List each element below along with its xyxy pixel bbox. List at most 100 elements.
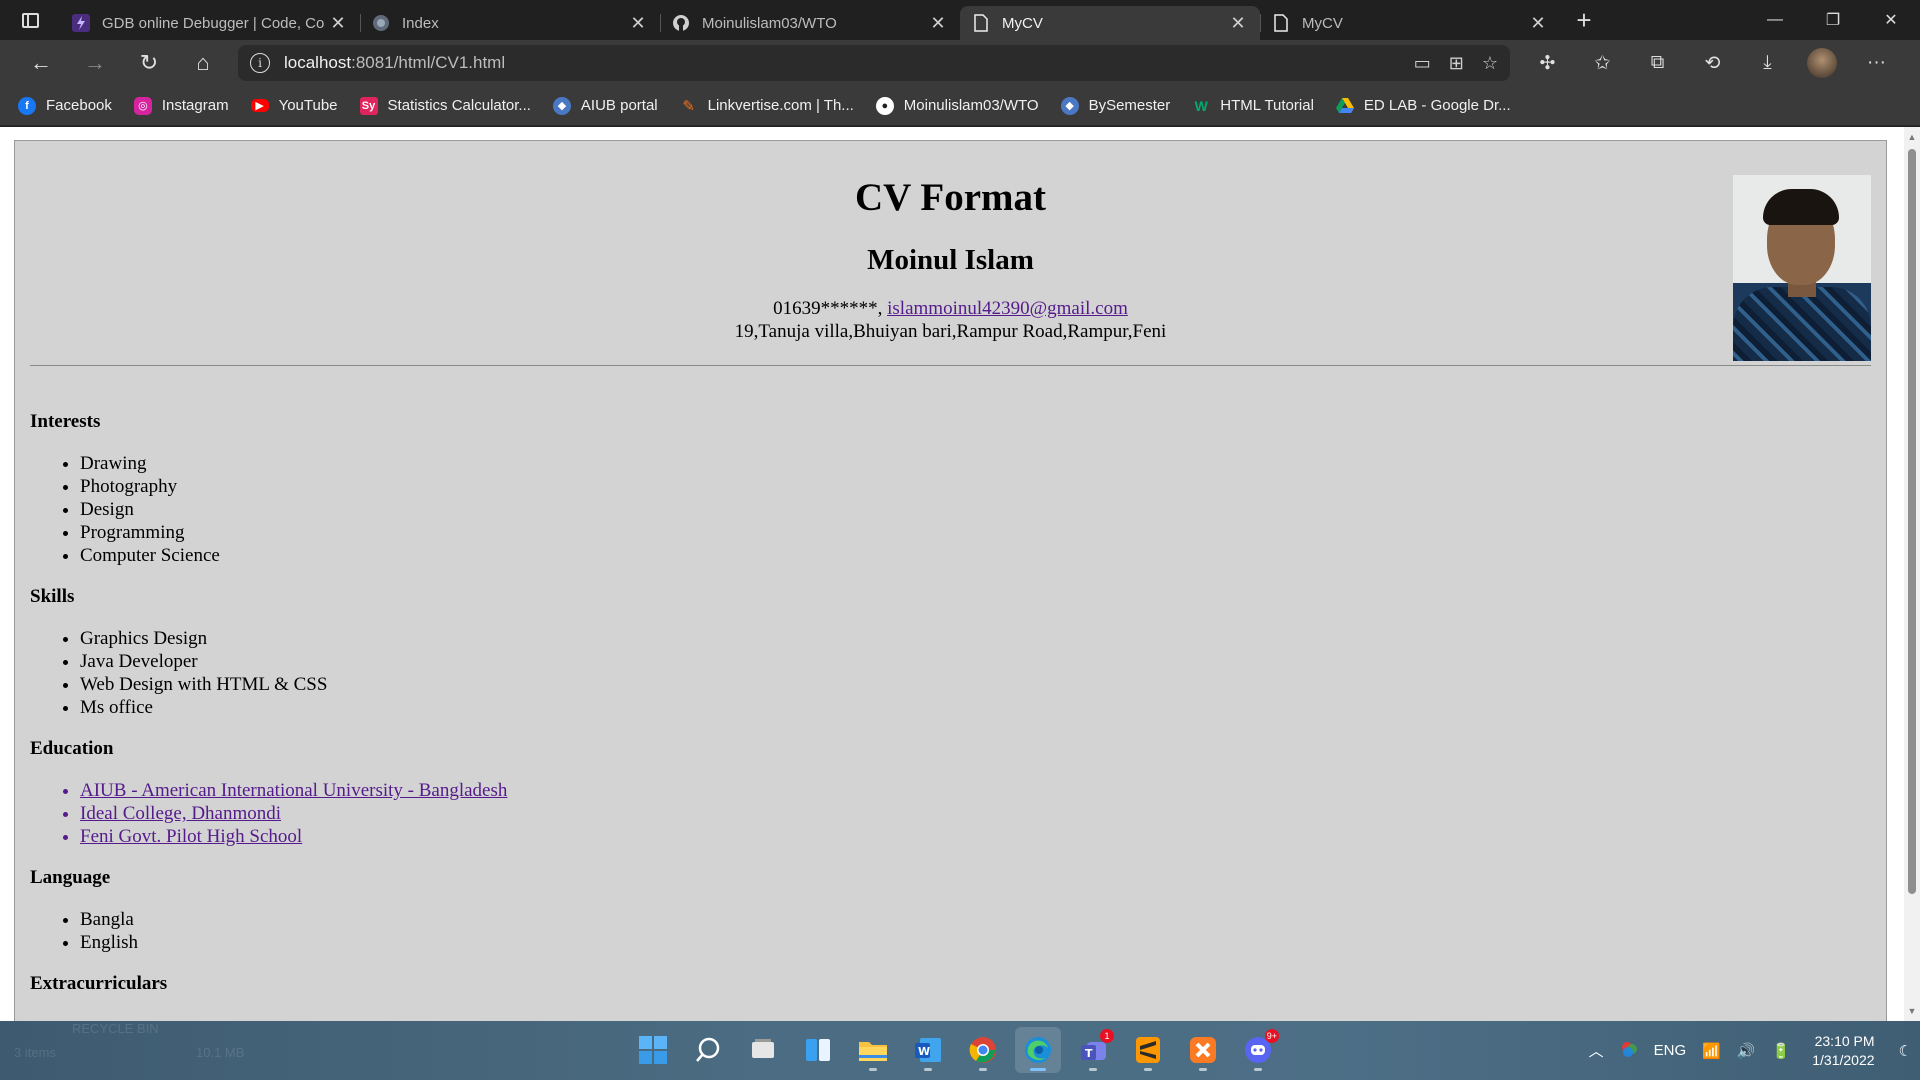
cv-header: CV Format Moinul Islam 01639******, isla… <box>15 141 1886 365</box>
notifications-icon[interactable]: ☾ <box>1899 1042 1912 1060</box>
bookmark-label: ED LAB - Google Dr... <box>1363 97 1511 114</box>
restore-button[interactable]: ❐ <box>1804 0 1862 40</box>
discord-button[interactable]: 9+ <box>1235 1027 1281 1073</box>
close-icon[interactable]: ✕ <box>1228 13 1248 34</box>
edge-button[interactable] <box>1015 1027 1061 1073</box>
downloads-button[interactable]: ⤓ <box>1740 43 1795 83</box>
list-item: Drawing <box>80 452 1886 475</box>
teams-button[interactable]: T 1 <box>1070 1027 1116 1073</box>
tab-mycv-active[interactable]: MyCV ✕ <box>960 6 1260 40</box>
chrome-button[interactable] <box>960 1027 1006 1073</box>
scroll-up-icon[interactable]: ▲ <box>1904 129 1920 145</box>
notification-badge: 1 <box>1100 1029 1114 1043</box>
notification-badge: 9+ <box>1264 1029 1279 1043</box>
bookmark-label: Moinulislam03/WTO <box>903 97 1039 114</box>
url-text[interactable]: localhost:8081/html/CV1.html <box>284 53 1414 73</box>
bookmark-label: Linkvertise.com | Th... <box>707 97 854 114</box>
education-section: Education AIUB - American International … <box>15 738 1886 848</box>
task-view-button[interactable] <box>740 1027 786 1073</box>
facebook-icon: f <box>18 96 36 115</box>
page-title: CV Format <box>855 176 1046 219</box>
education-link[interactable]: AIUB - American International University… <box>80 780 507 801</box>
tab-mycv[interactable]: MyCV ✕ <box>1260 6 1560 40</box>
bookmark-html-tutorial[interactable]: W HTML Tutorial <box>1192 97 1314 115</box>
url-path: :8081/html/CV1.html <box>351 53 506 72</box>
bookmark-statistics[interactable]: Sy Statistics Calculator... <box>359 96 531 115</box>
bookmark-github[interactable]: ● Moinulislam03/WTO <box>875 96 1039 115</box>
history-button[interactable]: ⟲ <box>1685 43 1740 83</box>
chevron-up-icon[interactable]: ︿ <box>1589 1040 1604 1061</box>
forward-button[interactable]: → <box>68 43 122 83</box>
close-window-button[interactable]: ✕ <box>1862 0 1920 40</box>
clock[interactable]: 23:10 PM 1/31/2022 <box>1812 1032 1874 1070</box>
linkvertise-icon: ✎ <box>682 97 695 115</box>
education-link[interactable]: Ideal College, Dhanmondi <box>80 803 281 824</box>
bookmark-aiub[interactable]: ◆ AIUB portal <box>552 96 658 115</box>
svg-text:T: T <box>1085 1047 1093 1060</box>
close-icon[interactable]: ✕ <box>928 13 948 34</box>
app-available-icon[interactable]: ▭ <box>1414 53 1431 74</box>
scroll-down-icon[interactable]: ▼ <box>1904 1003 1920 1019</box>
favorite-star-icon[interactable]: ☆ <box>1482 53 1498 74</box>
word-button[interactable]: W <box>905 1027 951 1073</box>
extracurriculars-section: Extracurriculars <box>15 973 1886 995</box>
list-item: Programming <box>80 521 1886 544</box>
language-indicator[interactable]: ENG <box>1654 1042 1687 1059</box>
email-link[interactable]: islammoinul42390@gmail.com <box>887 298 1128 319</box>
new-tab-button[interactable]: + <box>1564 0 1604 40</box>
plus-icon: + <box>1576 4 1592 35</box>
bookmark-label: YouTube <box>278 97 338 114</box>
wifi-icon[interactable]: 📶 <box>1702 1042 1721 1060</box>
list-item: Graphics Design <box>80 627 1886 650</box>
widgets-button[interactable] <box>795 1027 841 1073</box>
tab-actions-button[interactable] <box>0 0 60 40</box>
profile-avatar[interactable] <box>1807 48 1837 78</box>
site-info-icon[interactable]: i <box>250 53 270 73</box>
settings-menu-button[interactable]: ··· <box>1849 43 1904 83</box>
start-button[interactable] <box>630 1027 676 1073</box>
battery-icon[interactable]: 🔋 <box>1772 1042 1791 1060</box>
extensions-button[interactable]: ✣ <box>1520 43 1575 83</box>
color-app-icon[interactable] <box>1620 1040 1638 1062</box>
gdb-icon <box>72 14 90 32</box>
close-icon[interactable]: ✕ <box>1528 13 1548 34</box>
vertical-scrollbar[interactable]: ▲ ▼ <box>1904 127 1920 1021</box>
file-explorer-button[interactable] <box>850 1027 896 1073</box>
xampp-button[interactable] <box>1180 1027 1226 1073</box>
page-icon <box>1272 14 1290 32</box>
collections-button[interactable]: ⧉ <box>1630 43 1685 83</box>
tab-gdb[interactable]: GDB online Debugger | Code, Co ✕ <box>60 6 360 40</box>
address-bar[interactable]: i localhost:8081/html/CV1.html ▭ ⊞ ☆ <box>238 45 1510 81</box>
bookmark-ed-lab[interactable]: ED LAB - Google Dr... <box>1335 97 1511 115</box>
tab-index[interactable]: Index ✕ <box>360 6 660 40</box>
favorites-button[interactable]: ✩ <box>1575 43 1630 83</box>
list-item: Ms office <box>80 696 1886 719</box>
tab-strip: GDB online Debugger | Code, Co ✕ Index ✕… <box>0 0 1920 40</box>
close-icon[interactable]: ✕ <box>328 13 348 34</box>
bookmark-instagram[interactable]: ◎ Instagram <box>133 96 229 115</box>
taskbar: RECYCLE BIN 3 items 10.1 MB W T 1 9+ ︿ E… <box>0 1021 1920 1080</box>
tab-actions-icon <box>21 12 39 28</box>
volume-icon[interactable]: 🔊 <box>1737 1042 1756 1060</box>
refresh-button[interactable]: ↻ <box>122 43 176 83</box>
close-icon[interactable]: ✕ <box>628 13 648 34</box>
person-name: Moinul Islam <box>867 244 1034 276</box>
address-text: 19,Tanuja villa,Bhuiyan bari,Rampur Road… <box>734 321 1167 342</box>
tab-title: Index <box>402 14 439 32</box>
bookmark-bysemester[interactable]: ◆ BySemester <box>1060 96 1170 115</box>
home-button[interactable]: ⌂ <box>176 43 230 83</box>
bookmark-youtube[interactable]: ▶ YouTube <box>250 97 338 114</box>
bookmark-facebook[interactable]: f Facebook <box>18 96 112 115</box>
list-item: Java Developer <box>80 650 1886 673</box>
back-button[interactable]: ← <box>14 43 68 83</box>
minimize-button[interactable]: — <box>1746 0 1804 40</box>
search-button[interactable] <box>685 1027 731 1073</box>
read-aloud-icon[interactable]: ⊞ <box>1449 53 1464 74</box>
sublime-text-button[interactable] <box>1125 1027 1171 1073</box>
tab-github[interactable]: Moinulislam03/WTO ✕ <box>660 6 960 40</box>
arrow-left-icon: ← <box>30 50 52 75</box>
bookmark-linkvertise[interactable]: ✎ Linkvertise.com | Th... <box>680 97 854 115</box>
section-heading: Interests <box>30 411 101 432</box>
education-link[interactable]: Feni Govt. Pilot High School <box>80 826 302 847</box>
scrollbar-thumb[interactable] <box>1908 149 1916 894</box>
